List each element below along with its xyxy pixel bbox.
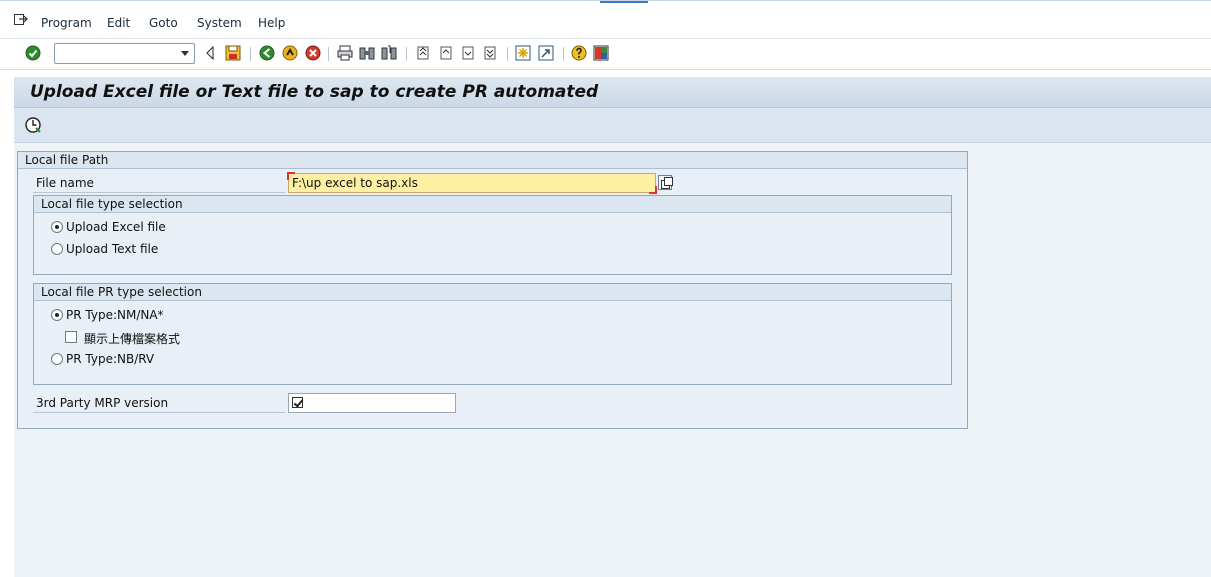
application-toolbar xyxy=(14,108,1211,143)
cancel-icon[interactable] xyxy=(304,44,322,62)
chevron-down-icon[interactable] xyxy=(181,51,189,56)
enter-check-icon[interactable] xyxy=(24,44,42,62)
pr-type-nm-label[interactable]: PR Type:NM/NA* xyxy=(66,308,164,322)
file-name-label: File name xyxy=(36,176,94,190)
value-help-icon[interactable] xyxy=(658,175,673,190)
toolbar-separator xyxy=(328,47,329,61)
upload-text-radio[interactable] xyxy=(51,243,63,255)
menu-edit[interactable]: Edit xyxy=(107,16,130,30)
show-format-checkbox[interactable] xyxy=(65,331,77,343)
mrp-version-checkbox[interactable] xyxy=(292,397,303,408)
menu-system[interactable]: System xyxy=(197,16,242,30)
pr-type-nm-radio[interactable] xyxy=(51,309,63,321)
upload-text-label[interactable]: Upload Text file xyxy=(66,242,158,256)
group-title: Local file PR type selection xyxy=(41,285,202,299)
help-icon[interactable] xyxy=(570,44,588,62)
top-strip xyxy=(0,0,1211,7)
find-next-icon[interactable] xyxy=(380,44,398,62)
menu-help[interactable]: Help xyxy=(258,16,285,30)
mrp-version-label: 3rd Party MRP version xyxy=(36,396,169,410)
back-icon[interactable] xyxy=(258,44,276,62)
toolbar-separator xyxy=(406,47,407,61)
title-bar: Upload Excel file or Text file to sap to… xyxy=(14,77,1211,108)
sap-gui-window: Program Edit Goto System Help Upload Exc… xyxy=(0,0,1211,577)
page-title: Upload Excel file or Text file to sap to… xyxy=(30,82,599,102)
toolbar-separator xyxy=(563,47,564,61)
first-page-icon[interactable] xyxy=(414,44,432,62)
save-icon[interactable] xyxy=(224,44,242,62)
label-underline xyxy=(33,192,285,193)
customize-layout-icon[interactable] xyxy=(592,44,610,62)
standard-toolbar xyxy=(0,39,1211,70)
exit-icon[interactable] xyxy=(281,44,299,62)
collapse-arrow-icon[interactable] xyxy=(201,44,219,62)
menu-goto[interactable]: Goto xyxy=(149,16,178,30)
menu-bar: Program Edit Goto System Help xyxy=(0,7,1211,39)
upload-excel-label[interactable]: Upload Excel file xyxy=(66,220,166,234)
previous-page-icon[interactable] xyxy=(437,44,455,62)
group-title: Local file Path xyxy=(25,153,109,167)
pr-type-nb-radio[interactable] xyxy=(51,353,63,365)
group-title: Local file type selection xyxy=(41,197,183,211)
menu-exit-icon[interactable] xyxy=(14,13,28,26)
find-icon[interactable] xyxy=(358,44,376,62)
group-header: Local file PR type selection xyxy=(34,284,951,301)
show-format-label[interactable]: 顯示上傳檔案格式 xyxy=(84,330,180,347)
file-name-input[interactable]: F:\up excel to sap.xls xyxy=(287,172,657,194)
toolbar-separator xyxy=(507,47,508,61)
generate-shortcut-icon[interactable] xyxy=(537,44,555,62)
mrp-version-field[interactable] xyxy=(288,393,456,413)
next-page-icon[interactable] xyxy=(459,44,477,62)
execute-icon[interactable] xyxy=(24,116,42,134)
pr-type-nb-label[interactable]: PR Type:NB/RV xyxy=(66,352,154,366)
active-session-indicator xyxy=(600,1,648,3)
toolbar-separator xyxy=(250,47,251,61)
menu-program[interactable]: Program xyxy=(41,16,92,30)
command-field[interactable] xyxy=(54,43,195,64)
create-session-icon[interactable] xyxy=(514,44,532,62)
upload-excel-radio[interactable] xyxy=(51,221,63,233)
group-header: Local file Path xyxy=(18,152,967,169)
print-icon[interactable] xyxy=(336,44,354,62)
last-page-icon[interactable] xyxy=(481,44,499,62)
label-underline xyxy=(33,412,285,413)
file-type-selection-group: Local file type selection xyxy=(33,195,952,275)
group-header: Local file type selection xyxy=(34,196,951,213)
